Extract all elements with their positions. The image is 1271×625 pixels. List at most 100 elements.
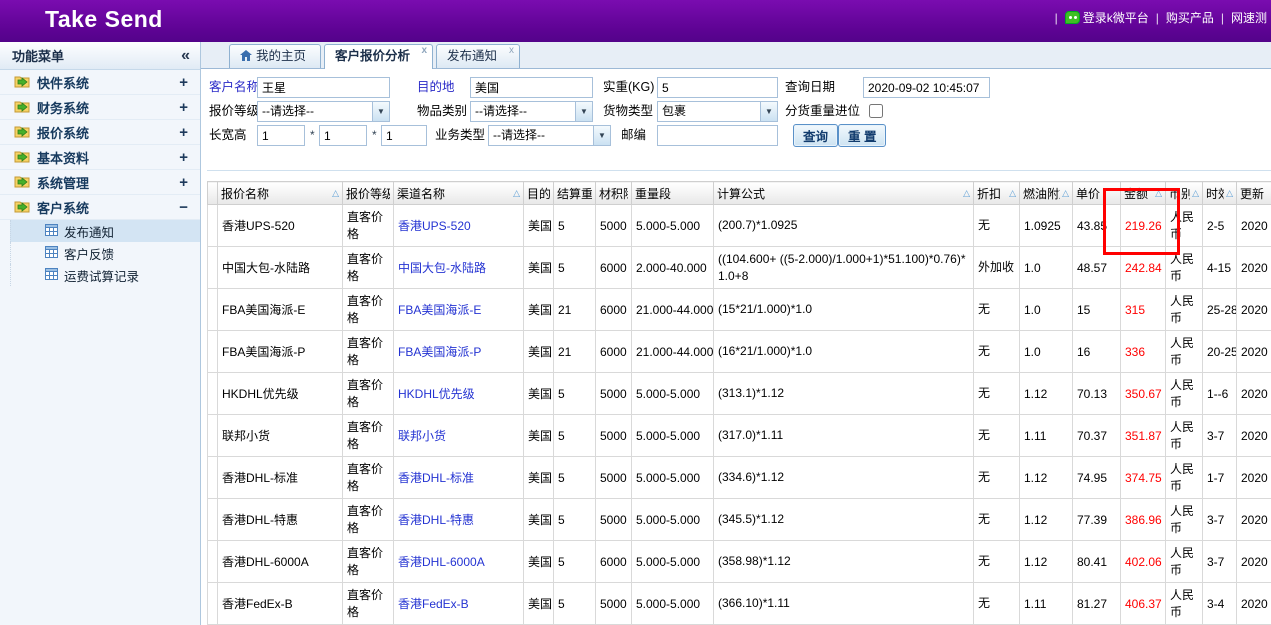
sidebar-subitem[interactable]: 客户反馈 xyxy=(10,242,200,264)
cell-updated: 2020 xyxy=(1237,415,1271,457)
sort-icon[interactable]: △ xyxy=(1224,188,1233,199)
channel-link[interactable]: 中国大包-水陆路 xyxy=(398,261,486,275)
sort-icon[interactable]: △ xyxy=(1007,188,1016,199)
customer-name-label: 客户名称 xyxy=(209,77,259,98)
customer-name-input[interactable] xyxy=(257,77,390,98)
sidebar-item-5[interactable]: 系统管理+ xyxy=(0,170,200,195)
column-header-volume[interactable]: 材积除 xyxy=(596,182,632,205)
channel-link[interactable]: 香港DHL-标准 xyxy=(398,471,474,485)
column-header-range[interactable]: 重量段 xyxy=(632,182,714,205)
sidebar-item-1[interactable]: 快件系统+ xyxy=(0,70,200,95)
weight-input[interactable] xyxy=(657,77,778,98)
tab-发布通知[interactable]: 发布通知x xyxy=(436,44,520,68)
channel-link[interactable]: HKDHL优先级 xyxy=(398,387,475,401)
dimensions-label: 长宽高 xyxy=(209,125,247,146)
collapse-sidebar-icon[interactable]: « xyxy=(181,48,190,64)
cell-name: 香港DHL-特惠 xyxy=(218,499,343,541)
column-header-discount[interactable]: 折扣△ xyxy=(974,182,1020,205)
zip-code-input[interactable] xyxy=(657,125,778,146)
cell-fuel: 1.0 xyxy=(1020,331,1073,373)
sidebar-item-6[interactable]: 客户系统− xyxy=(0,195,200,220)
sidebar-item-label: 报价系统 xyxy=(37,123,179,142)
quote-grade-select[interactable]: --请选择--▼ xyxy=(257,101,390,122)
expand-plus-icon[interactable]: + xyxy=(179,99,188,116)
cell-sel xyxy=(208,541,218,583)
channel-link[interactable]: 香港DHL-特惠 xyxy=(398,513,474,527)
channel-link[interactable]: FBA美国海派-E xyxy=(398,303,481,317)
cell-updated: 2020 xyxy=(1237,373,1271,415)
sidebar-item-2[interactable]: 财务系统+ xyxy=(0,95,200,120)
cell-formula: (200.7)*1.0925 xyxy=(714,205,974,247)
cell-dest: 美国 xyxy=(524,205,554,247)
buy-product-link[interactable]: 购买产品 xyxy=(1166,9,1214,26)
cell-volume: 5000 xyxy=(596,583,632,625)
tab-label: 我的主页 xyxy=(256,49,306,63)
column-header-channel[interactable]: 渠道名称△ xyxy=(394,182,524,205)
column-header-sel[interactable] xyxy=(208,182,218,205)
table-row: 香港DHL-特惠直客价格香港DHL-特惠美国550005.000-5.000(3… xyxy=(208,499,1271,541)
length-input[interactable] xyxy=(257,125,305,146)
column-header-aging[interactable]: 时效△ xyxy=(1203,182,1237,205)
channel-link[interactable]: 香港FedEx-B xyxy=(398,597,469,611)
column-header-name[interactable]: 报价名称 △ xyxy=(218,182,343,205)
column-header-unit[interactable]: 单价 xyxy=(1073,182,1121,205)
login-kwei-link[interactable]: 登录k微平台 xyxy=(1065,9,1149,26)
column-header-grade[interactable]: 报价等级 xyxy=(343,182,394,205)
cell-grade: 直客价格 xyxy=(343,373,394,415)
split-weight-checkbox[interactable] xyxy=(869,104,883,118)
reset-button[interactable]: 重 置 xyxy=(838,124,886,147)
collapse-minus-icon[interactable]: − xyxy=(179,199,188,216)
cell-dest: 美国 xyxy=(524,541,554,583)
column-header-formula[interactable]: 计算公式△ xyxy=(714,182,974,205)
sort-icon[interactable]: △ xyxy=(1060,188,1069,199)
channel-link[interactable]: 香港UPS-520 xyxy=(398,219,471,233)
sidebar-item-4[interactable]: 基本资料+ xyxy=(0,145,200,170)
width-input[interactable] xyxy=(319,125,367,146)
sort-icon[interactable]: △ xyxy=(330,188,339,199)
expand-plus-icon[interactable]: + xyxy=(179,174,188,191)
item-category-select[interactable]: --请选择--▼ xyxy=(470,101,593,122)
search-button[interactable]: 查询 xyxy=(793,124,838,147)
cell-sel xyxy=(208,331,218,373)
tab-客户报价分析[interactable]: 客户报价分析x xyxy=(324,44,433,69)
column-header-label: 报价等级 xyxy=(346,185,390,202)
tab-我的主页[interactable]: 我的主页 xyxy=(229,44,321,68)
network-speed-link[interactable]: 网速测 xyxy=(1231,9,1267,26)
column-header-updated[interactable]: 更新 xyxy=(1237,182,1271,205)
sort-icon[interactable]: △ xyxy=(511,188,520,199)
cell-dest: 美国 xyxy=(524,247,554,289)
column-header-amount[interactable]: 金额△ xyxy=(1121,182,1166,205)
height-input[interactable] xyxy=(381,125,427,146)
channel-link[interactable]: 香港DHL-6000A xyxy=(398,555,485,569)
cell-volume: 6000 xyxy=(596,541,632,583)
cell-sel xyxy=(208,457,218,499)
cell-sel xyxy=(208,583,218,625)
cell-fuel: 1.11 xyxy=(1020,583,1073,625)
sort-icon[interactable]: △ xyxy=(1190,188,1199,199)
channel-link[interactable]: 联邦小货 xyxy=(398,429,446,443)
close-tab-icon[interactable]: x xyxy=(509,46,514,56)
column-header-settle[interactable]: 结算重 xyxy=(554,182,596,205)
cell-aging: 4-15 xyxy=(1203,247,1237,289)
expand-plus-icon[interactable]: + xyxy=(179,74,188,91)
column-header-fuel[interactable]: 燃油附加△ xyxy=(1020,182,1073,205)
query-date-input[interactable] xyxy=(863,77,990,98)
channel-link[interactable]: FBA美国海派-P xyxy=(398,345,481,359)
cell-dest: 美国 xyxy=(524,583,554,625)
business-type-select[interactable]: --请选择--▼ xyxy=(488,125,611,146)
sort-icon[interactable]: △ xyxy=(961,188,970,199)
sidebar-item-3[interactable]: 报价系统+ xyxy=(0,120,200,145)
expand-plus-icon[interactable]: + xyxy=(179,149,188,166)
destination-input[interactable] xyxy=(470,77,593,98)
cargo-type-select[interactable]: 包裹▼ xyxy=(657,101,778,122)
column-header-currency[interactable]: 币别△ xyxy=(1166,182,1203,205)
expand-plus-icon[interactable]: + xyxy=(179,124,188,141)
sidebar-subitem[interactable]: 运费试算记录 xyxy=(10,264,200,286)
close-tab-icon[interactable]: x xyxy=(421,46,427,56)
folder-icon xyxy=(14,74,30,91)
column-header-label: 报价名称 xyxy=(221,185,269,202)
column-header-dest[interactable]: 目的地 xyxy=(524,182,554,205)
sidebar-subitem[interactable]: 发布通知 xyxy=(10,220,200,242)
cell-discount: 无 xyxy=(974,415,1020,457)
sort-icon[interactable]: △ xyxy=(1153,188,1162,199)
